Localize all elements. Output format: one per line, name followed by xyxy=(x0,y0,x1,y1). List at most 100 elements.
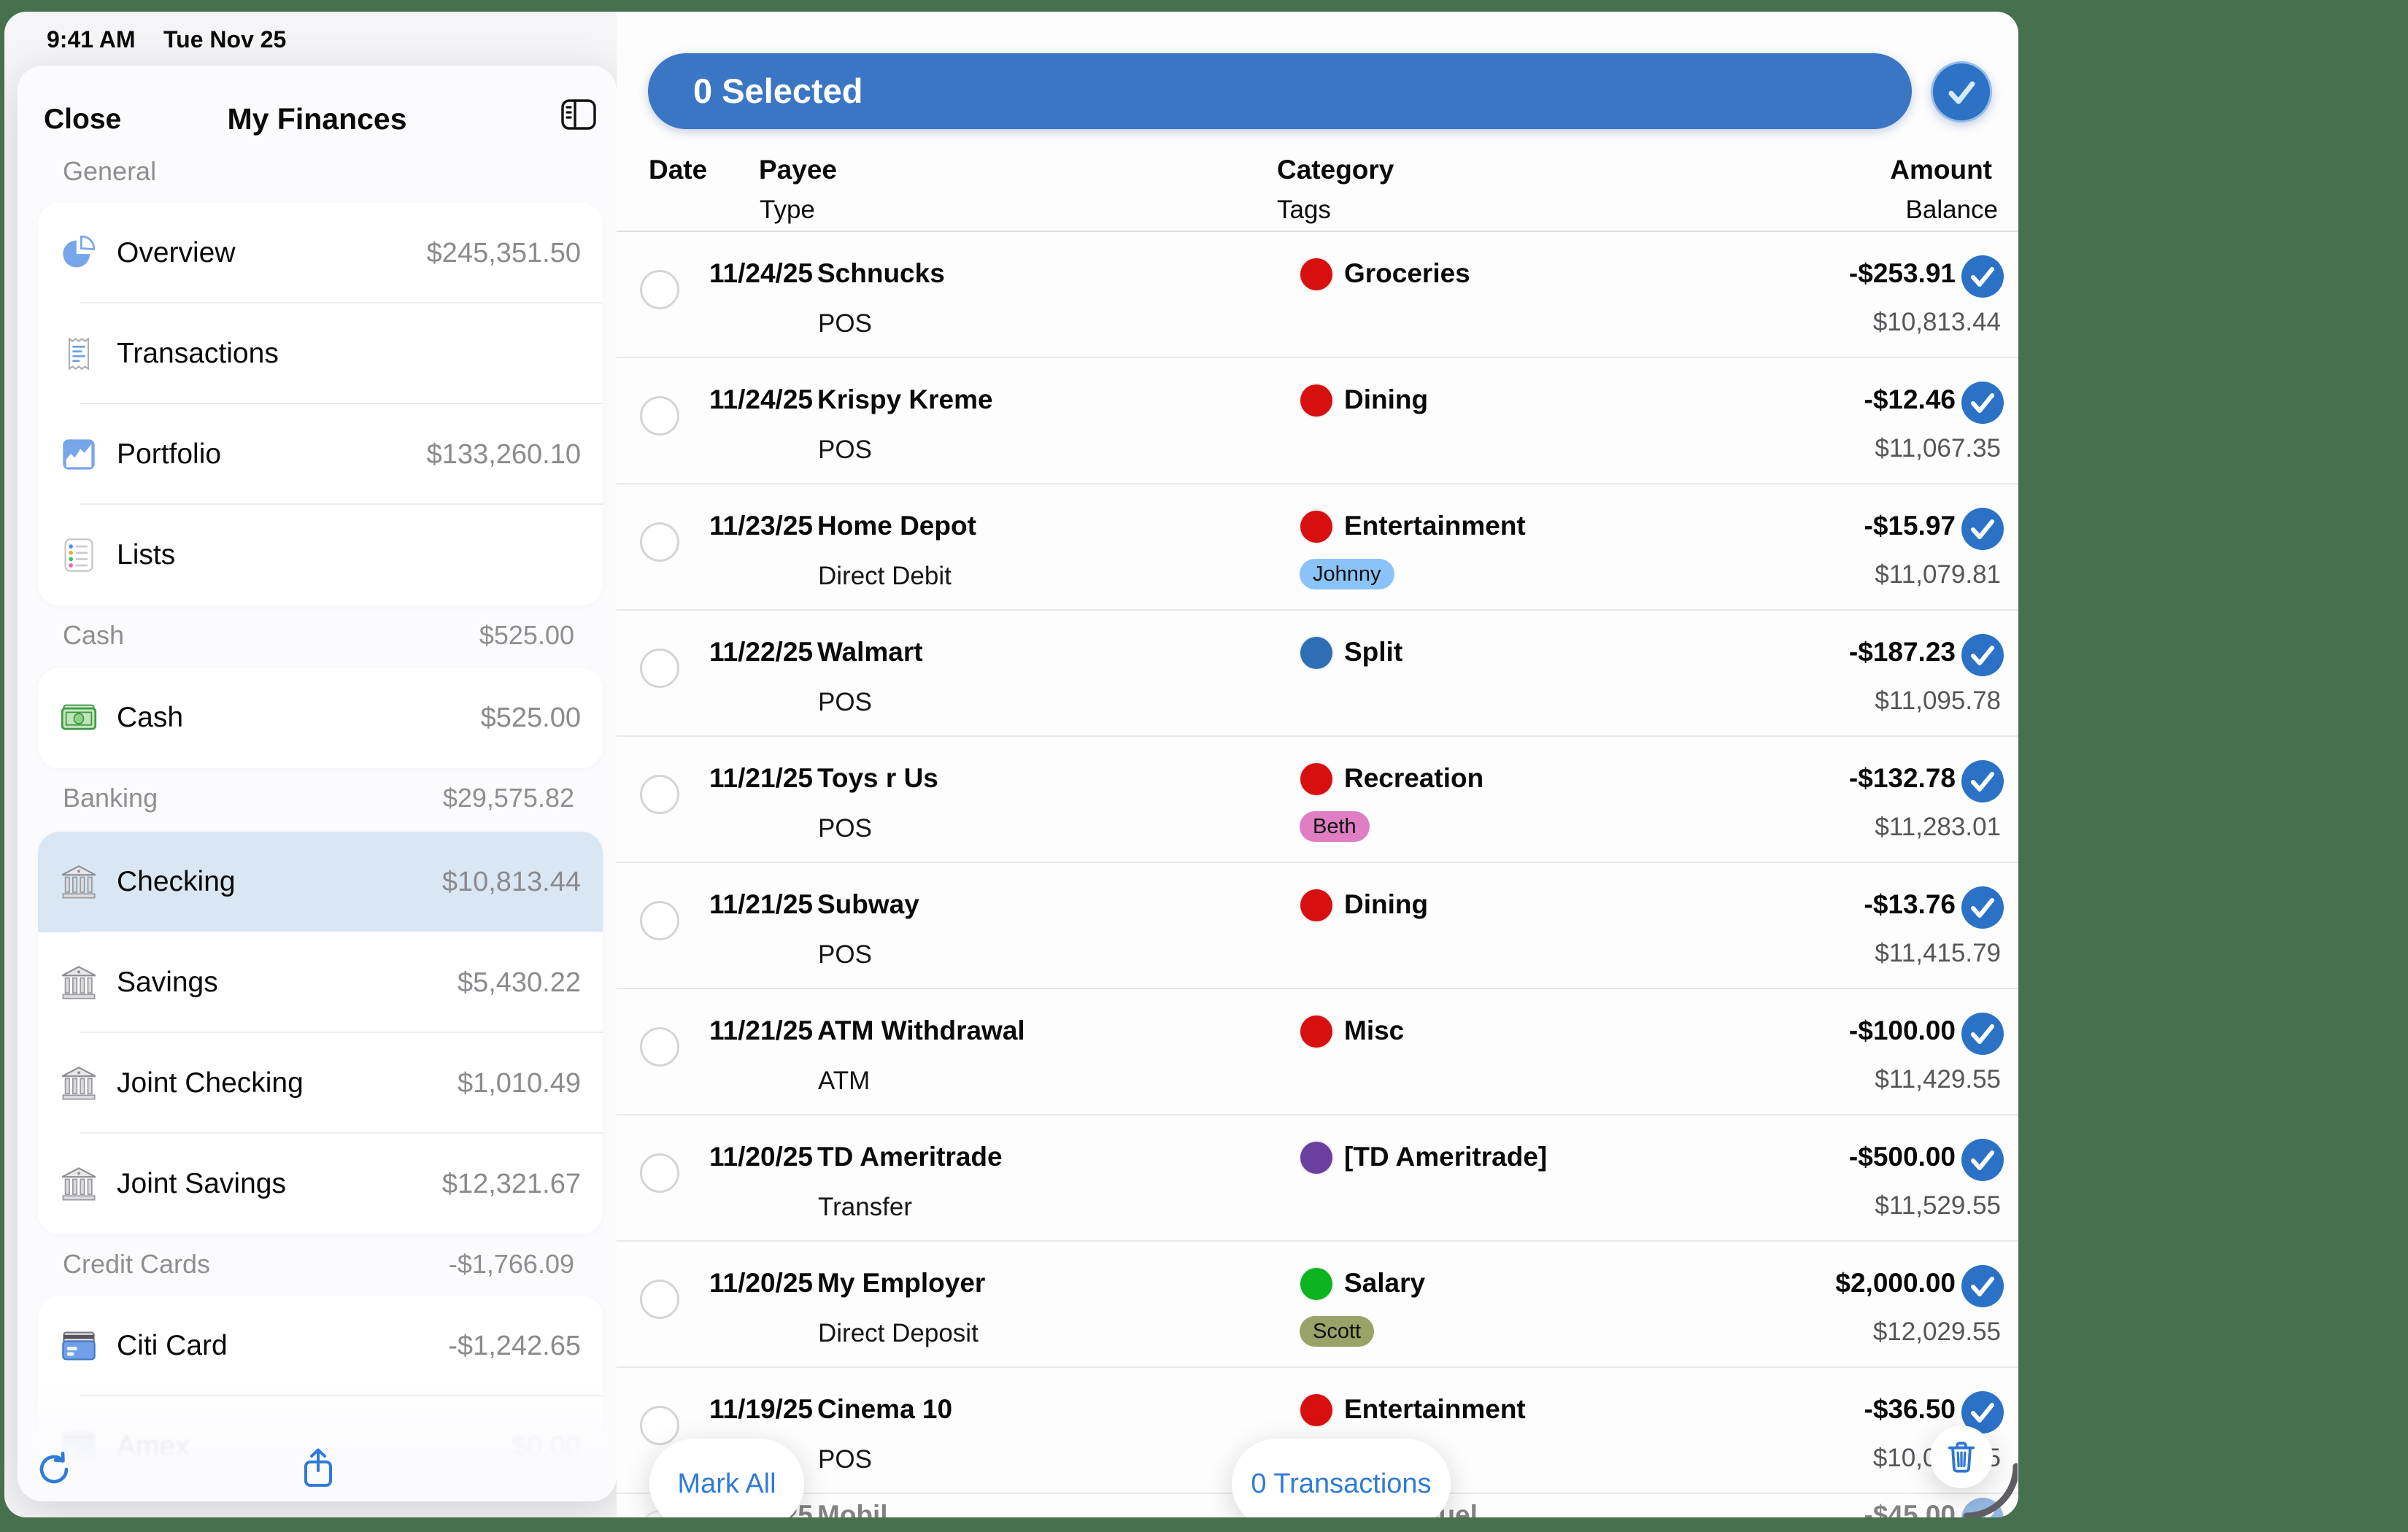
select-radio[interactable] xyxy=(640,1406,679,1445)
transaction-category: Groceries xyxy=(1344,258,1470,289)
sidebar-item-label: Checking xyxy=(117,866,236,898)
cleared-check-icon[interactable] xyxy=(1961,1265,2004,1307)
sidebar-item-label: Transactions xyxy=(117,338,279,370)
sidebar-item-value: -$1,242.65 xyxy=(448,1331,581,1362)
sidebar-section-header-credit-cards: Credit Cards -$1,766.09 xyxy=(63,1249,574,1280)
transaction-amount: -$36.50 xyxy=(1864,1394,1956,1425)
select-radio[interactable] xyxy=(640,649,679,688)
category-color-dot xyxy=(1300,384,1332,417)
select-radio[interactable] xyxy=(640,270,679,309)
transaction-balance: $11,095.78 xyxy=(1875,686,2001,716)
transaction-type: Transfer xyxy=(818,1193,912,1222)
share-icon[interactable] xyxy=(299,1447,337,1490)
status-date: Tue Nov 25 xyxy=(163,26,286,53)
transaction-type: ATM xyxy=(818,1067,870,1096)
transaction-category: Dining xyxy=(1344,889,1428,920)
section-title: General xyxy=(63,156,156,187)
sidebar-item[interactable]: Cash $525.00 xyxy=(38,668,603,768)
transaction-amount: $2,000.00 xyxy=(1835,1268,1956,1299)
transaction-payee: Mobil xyxy=(817,1500,888,1517)
transaction-balance: $11,415.79 xyxy=(1875,939,2001,968)
cleared-check-icon[interactable] xyxy=(1961,886,2004,929)
category-color-dot xyxy=(1300,637,1332,669)
sidebar-item[interactable]: Joint Checking $1,010.49 xyxy=(38,1033,603,1134)
transaction-row[interactable]: 11/20/25 My Employer Direct Deposit Sala… xyxy=(617,1242,2018,1368)
sidebar-item-value: $245,351.50 xyxy=(427,238,581,269)
transaction-date: 11/22/25 xyxy=(709,637,813,668)
transaction-tag: Johnny xyxy=(1300,559,1394,589)
transaction-row[interactable]: 11/24/25 Schnucks POS Groceries -$253.91… xyxy=(617,232,2018,358)
confirm-selection-button[interactable] xyxy=(1931,61,1992,123)
transaction-date: 11/24/25 xyxy=(709,258,813,289)
sidebar-item[interactable]: Portfolio $133,260.10 xyxy=(38,404,603,505)
sidebar-item[interactable]: Citi Card -$1,242.65 xyxy=(38,1296,603,1396)
transaction-count-button[interactable]: 0 Transactions xyxy=(1232,1439,1451,1517)
sidebar-section-header-general: General xyxy=(63,156,574,187)
cleared-check-icon[interactable] xyxy=(1961,760,2004,802)
section-title: Cash xyxy=(63,620,124,651)
transaction-row[interactable]: 11/23/25 Home Depot Direct Debit Enterta… xyxy=(617,484,2018,611)
transaction-balance: $11,079.81 xyxy=(1875,560,2001,589)
transaction-balance: $11,529.55 xyxy=(1875,1191,2001,1220)
sidebar-item[interactable]: Lists xyxy=(38,505,603,606)
transaction-date: 11/20/25 xyxy=(709,1142,813,1172)
sidebar-item-label: Joint Checking xyxy=(117,1067,304,1099)
transaction-row[interactable]: 11/24/25 Krispy Kreme POS Dining -$12.46… xyxy=(617,358,2018,484)
checkmark-icon xyxy=(1937,68,1986,116)
cleared-check-icon[interactable] xyxy=(1961,255,2004,298)
category-color-dot xyxy=(1300,511,1332,543)
transaction-row[interactable]: 11/20/25 TD Ameritrade Transfer [TD Amer… xyxy=(617,1115,2018,1242)
sidebar-toggle-icon[interactable] xyxy=(560,96,598,133)
bank-icon xyxy=(60,863,98,901)
select-radio[interactable] xyxy=(640,775,679,814)
transaction-row[interactable]: 11/22/25 Walmart POS Split -$187.23 $11,… xyxy=(617,611,2018,737)
column-header-balance: Balance xyxy=(1906,196,1998,225)
section-title: Banking xyxy=(63,783,158,813)
sidebar-item[interactable]: Joint Savings $12,321.67 xyxy=(38,1134,603,1234)
transaction-payee: Schnucks xyxy=(817,258,945,289)
refresh-icon[interactable] xyxy=(36,1450,73,1488)
select-radio[interactable] xyxy=(640,1027,679,1067)
transaction-amount: -$253.91 xyxy=(1849,258,1956,289)
transaction-category: Dining xyxy=(1344,384,1428,415)
cleared-check-icon[interactable] xyxy=(1961,508,2004,550)
transaction-date: 11/23/25 xyxy=(709,511,813,541)
sidebar-item-label: Portfolio xyxy=(117,438,221,471)
sidebar-item-label: Overview xyxy=(117,237,236,269)
sidebar-group-general: Overview $245,351.50 Transactions Portfo… xyxy=(38,203,603,606)
receipt-icon xyxy=(60,335,98,373)
window-resize-handle[interactable] xyxy=(1946,1446,2018,1517)
transaction-payee: TD Ameritrade xyxy=(817,1142,1003,1172)
transaction-balance: $10,813.44 xyxy=(1873,308,2001,337)
selection-count-bar: 0 Selected xyxy=(648,53,1912,129)
transaction-type: POS xyxy=(818,1445,872,1474)
sidebar-title: My Finances xyxy=(18,102,617,136)
cleared-check-icon[interactable] xyxy=(1961,1013,2004,1055)
select-radio[interactable] xyxy=(640,1280,679,1319)
cleared-check-icon[interactable] xyxy=(1961,382,2004,424)
sidebar-item[interactable]: Savings $5,430.22 xyxy=(38,932,603,1033)
select-radio[interactable] xyxy=(640,396,679,436)
column-header-type: Type xyxy=(760,196,815,225)
transaction-type: POS xyxy=(818,309,872,338)
select-radio[interactable] xyxy=(640,522,679,562)
app-window: 9:41 AM Tue Nov 25 Close My Finances Gen… xyxy=(4,12,2018,1517)
sidebar-section-header-cash: Cash $525.00 xyxy=(63,620,574,651)
select-radio[interactable] xyxy=(640,901,679,940)
sidebar-item-label: Savings xyxy=(117,967,218,999)
cleared-check-icon[interactable] xyxy=(1961,1139,2004,1181)
sidebar-item[interactable]: Checking $10,813.44 xyxy=(38,832,603,932)
transaction-date: 11/19/25 xyxy=(709,1394,813,1425)
category-color-dot xyxy=(1300,763,1332,795)
transaction-row[interactable]: 11/21/25 Toys r Us POS Recreation Beth -… xyxy=(617,737,2018,863)
credit-card-icon xyxy=(60,1327,98,1365)
sidebar-item[interactable]: Transactions xyxy=(38,303,603,404)
transaction-amount: -$13.76 xyxy=(1864,889,1956,920)
transaction-row[interactable]: 11/21/25 ATM Withdrawal ATM Misc -$100.0… xyxy=(617,989,2018,1115)
sidebar-item[interactable]: Overview $245,351.50 xyxy=(38,203,603,303)
mark-all-button[interactable]: Mark All xyxy=(649,1439,804,1517)
cleared-check-icon[interactable] xyxy=(1961,634,2004,676)
select-radio[interactable] xyxy=(640,1153,679,1193)
transaction-category: Salary xyxy=(1344,1268,1425,1299)
transaction-row[interactable]: 11/21/25 Subway POS Dining -$13.76 $11,4… xyxy=(617,863,2018,989)
